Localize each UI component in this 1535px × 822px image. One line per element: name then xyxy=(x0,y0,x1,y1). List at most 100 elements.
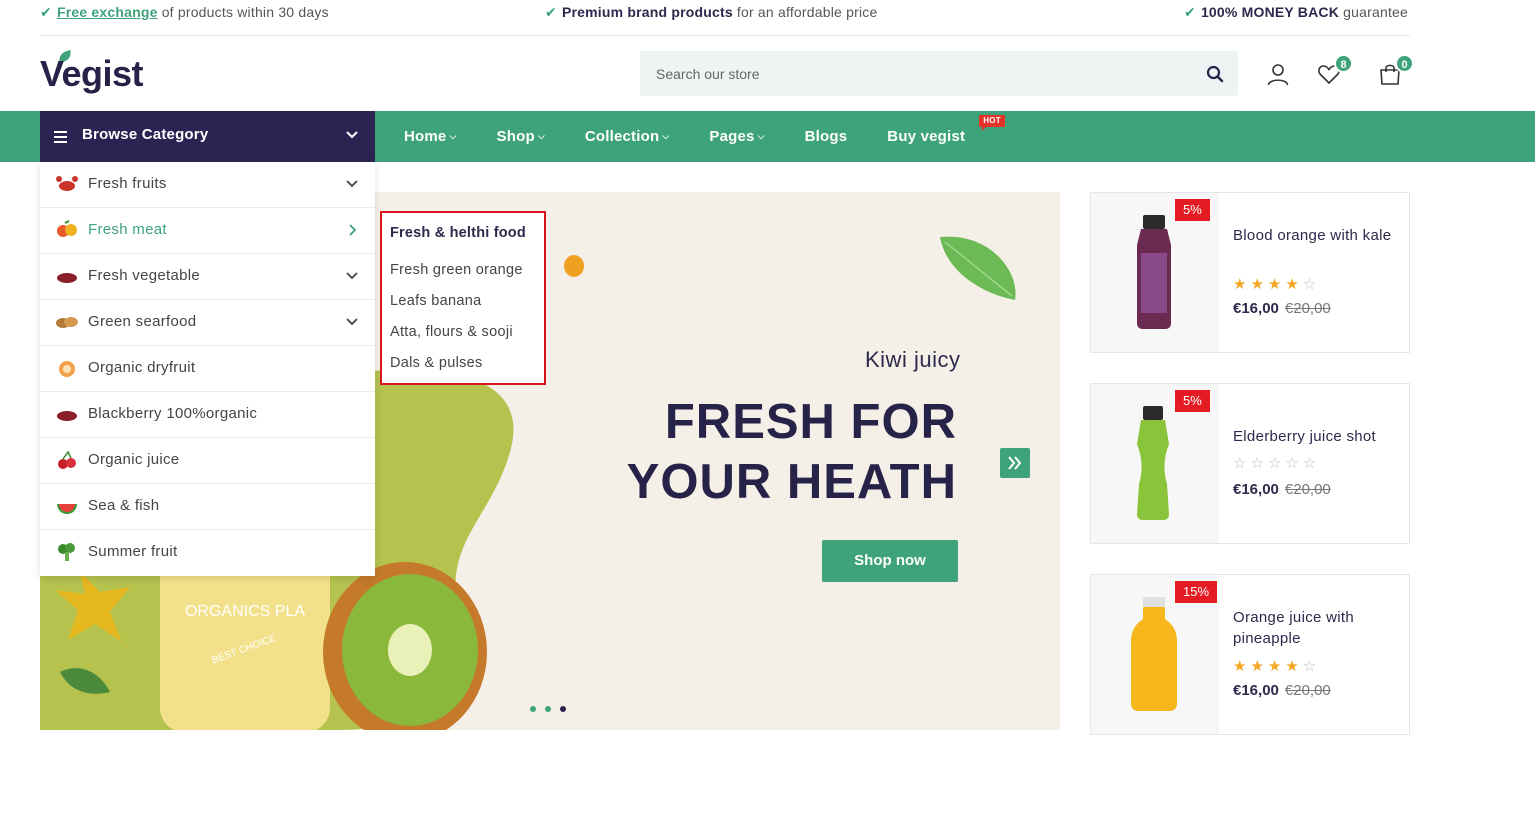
user-account-icon[interactable] xyxy=(1266,62,1290,86)
chevron-down-icon xyxy=(346,318,358,326)
category-label: Summer fruit xyxy=(88,543,178,560)
discount-badge: 5% xyxy=(1175,199,1210,221)
category-item-blackberry[interactable]: Blackberry 100%organic xyxy=(40,392,375,438)
chevron-right-icon xyxy=(349,224,357,236)
nav-buy-vegist[interactable]: Buy vegist HOT xyxy=(887,111,1005,162)
category-label: Fresh fruits xyxy=(88,175,167,192)
broccoli-icon xyxy=(58,543,75,561)
nav-blogs-label: Blogs xyxy=(804,128,848,145)
submenu-heading: Fresh & helthi food xyxy=(390,225,526,241)
banner-subtitle: Kiwi juicy xyxy=(865,347,961,372)
product-name[interactable]: Blood orange with kale xyxy=(1233,225,1403,246)
banner-title: FRESH FOR YOUR HEATH xyxy=(627,392,957,512)
nav-menu: Home ⌵ Shop ⌵ Collection ⌵ Pages ⌵ Blogs Buy… xyxy=(404,111,1005,162)
category-label: Blackberry 100%organic xyxy=(88,405,258,422)
rating-stars: ★★★★☆ xyxy=(1233,657,1320,675)
category-item-fresh-meat[interactable]: Fresh meat xyxy=(40,208,375,254)
category-item-green-searfood[interactable]: Green searfood xyxy=(40,300,375,346)
category-label: Sea & fish xyxy=(88,497,160,514)
top-info-bar: ✔ Free exchange of products within 30 day… xyxy=(40,0,1410,36)
peach-icon xyxy=(59,361,75,377)
product-price: €16,00 €20,00 xyxy=(1233,300,1331,317)
search-input[interactable] xyxy=(640,51,1180,96)
product-name[interactable]: Elderberry juice shot xyxy=(1233,426,1403,447)
meat-icon xyxy=(57,411,77,421)
nav-pages-label: Pages xyxy=(709,128,755,145)
slider-dot-active[interactable] xyxy=(560,706,566,712)
info-text: for an affordable price xyxy=(736,4,878,20)
rating-stars: ☆☆☆☆☆ xyxy=(1233,454,1320,472)
price-current: €16,00 xyxy=(1233,300,1279,317)
submenu-item[interactable]: Fresh green orange xyxy=(390,262,523,278)
fruit-icon xyxy=(57,220,77,237)
product-card[interactable]: 15% Orange juice with pineapple ★★★★☆ €1… xyxy=(1090,574,1410,735)
category-label: Organic juice xyxy=(88,451,180,468)
chevron-down-icon: ⌵ xyxy=(537,131,545,141)
category-label: Fresh meat xyxy=(88,221,167,238)
info-text: guarantee xyxy=(1343,4,1409,20)
submenu-item[interactable]: Leafs banana xyxy=(390,293,482,309)
browse-category-button[interactable]: Browse Category xyxy=(40,111,375,162)
nav-collection[interactable]: Collection ⌵ xyxy=(585,111,670,162)
meat-icon xyxy=(57,273,77,283)
category-item-organic-juice[interactable]: Organic juice xyxy=(40,438,375,484)
nav-shop[interactable]: Shop ⌵ xyxy=(497,111,545,162)
product-price: €16,00 €20,00 xyxy=(1233,682,1331,699)
bottle-label: ORGANICS PLA xyxy=(185,603,305,620)
price-current: €16,00 xyxy=(1233,682,1279,699)
info-free-exchange: ✔ Free exchange of products within 30 day… xyxy=(40,4,329,21)
product-card[interactable]: 5% Blood orange with kale ★★★★☆ €16,00 €2… xyxy=(1090,192,1410,353)
discount-badge: 5% xyxy=(1175,390,1210,412)
double-chevron-right-icon xyxy=(1008,456,1022,470)
category-label: Green searfood xyxy=(88,313,197,330)
info-text: of products within 30 days xyxy=(161,4,329,20)
browse-category-label: Browse Category xyxy=(82,126,209,143)
info-bold: 100% MONEY BACK xyxy=(1200,4,1340,20)
nuts-icon xyxy=(56,317,78,328)
category-item-organic-dryfruit[interactable]: Organic dryfruit xyxy=(40,346,375,392)
category-label: Fresh vegetable xyxy=(88,267,201,284)
crab-icon xyxy=(56,176,78,191)
wishlist-count-badge: 8 xyxy=(1334,54,1353,73)
search-icon[interactable] xyxy=(1206,65,1224,83)
logo[interactable]: Vegist xyxy=(40,49,144,96)
cart-button[interactable]: 0 xyxy=(1378,54,1414,86)
banner-title-line2: YOUR HEATH xyxy=(626,455,957,509)
logo-text: Vegist xyxy=(40,53,144,94)
star-empty-icon: ☆ xyxy=(1302,276,1321,293)
nav-home[interactable]: Home ⌵ xyxy=(404,111,457,162)
category-item-fresh-fruits[interactable]: Fresh fruits xyxy=(40,162,375,208)
free-exchange-link[interactable]: Free exchange xyxy=(57,4,158,20)
info-premium: ✔ Premium brand products for an affordabl… xyxy=(545,4,877,21)
banner-title-line1: FRESH FOR xyxy=(664,395,957,449)
nav-collection-label: Collection xyxy=(584,128,660,145)
category-item-summer-fruit[interactable]: Summer fruit xyxy=(40,530,375,576)
discount-badge: 15% xyxy=(1175,581,1218,603)
slider-next-button[interactable] xyxy=(1000,448,1030,478)
wishlist-button[interactable]: 8 xyxy=(1317,54,1353,86)
nav-home-label: Home xyxy=(404,128,447,145)
product-name[interactable]: Orange juice with pineapple xyxy=(1233,607,1403,649)
check-icon: ✔ xyxy=(545,4,557,20)
chevron-down-icon: ⌵ xyxy=(662,131,670,141)
check-icon: ✔ xyxy=(40,4,52,20)
star-filled-icon: ★★★★ xyxy=(1233,276,1303,293)
category-item-fresh-vegetable[interactable]: Fresh vegetable xyxy=(40,254,375,300)
category-item-sea-fish[interactable]: Sea & fish xyxy=(40,484,375,530)
watermelon-icon xyxy=(57,504,77,514)
slider-dot[interactable] xyxy=(545,706,551,712)
rating-stars: ★★★★☆ xyxy=(1233,275,1320,293)
nav-pages[interactable]: Pages ⌵ xyxy=(709,111,764,162)
submenu-item[interactable]: Atta, flours & sooji xyxy=(390,324,513,340)
nav-blogs[interactable]: Blogs xyxy=(805,111,848,162)
shop-now-button[interactable]: Shop now xyxy=(822,540,958,582)
slider-dot[interactable] xyxy=(530,706,536,712)
price-current: €16,00 xyxy=(1233,481,1279,498)
submenu-item[interactable]: Dals & pulses xyxy=(390,355,483,371)
star-empty-icon: ☆ xyxy=(1302,658,1321,675)
chevron-down-icon: ⌵ xyxy=(757,131,765,141)
search-bar xyxy=(640,51,1238,96)
price-old: €20,00 xyxy=(1284,300,1331,317)
category-label: Organic dryfruit xyxy=(88,359,196,376)
product-card[interactable]: 5% Elderberry juice shot ☆☆☆☆☆ €16,00 €20… xyxy=(1090,383,1410,544)
